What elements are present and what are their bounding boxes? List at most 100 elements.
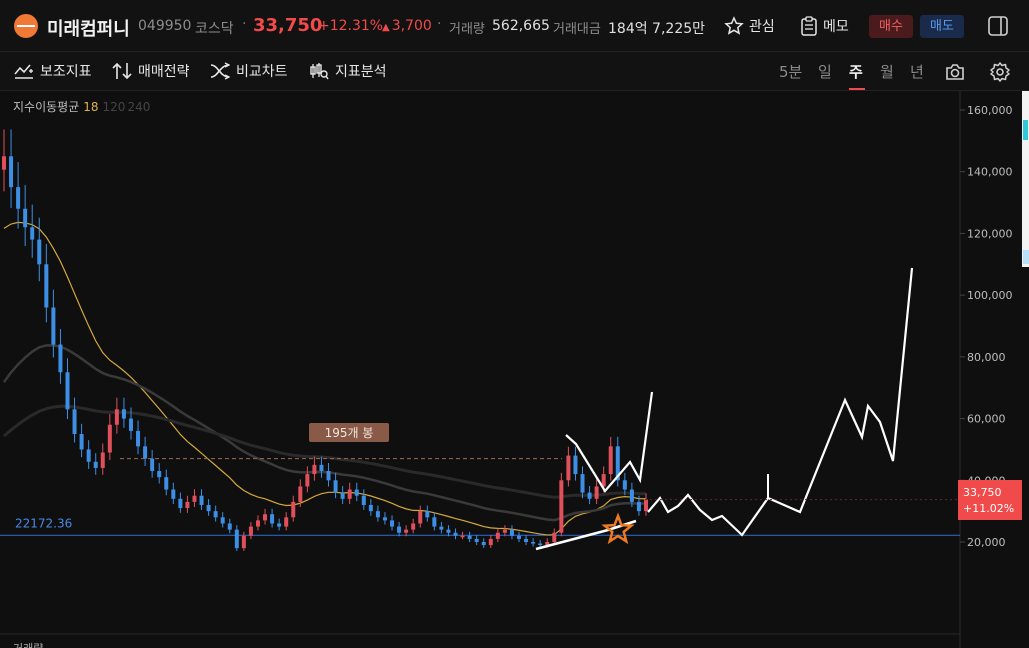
candle-body: [93, 461, 98, 468]
candle-body: [234, 529, 239, 549]
candle-body: [566, 455, 571, 481]
memo-button[interactable]: 메모: [800, 14, 849, 38]
candle-body: [2, 156, 6, 170]
volume-label: 거래량: [449, 22, 485, 37]
period-5min[interactable]: 5분: [779, 61, 802, 82]
watch-label: 관심: [749, 19, 775, 35]
candle-body: [580, 474, 585, 493]
active-period-indicator: [849, 88, 865, 90]
candle-body: [538, 543, 543, 546]
stock-name[interactable]: 미래컴퍼니: [47, 15, 130, 41]
candle-body: [368, 504, 373, 512]
memo-label: 메모: [823, 19, 849, 35]
memo-icon: [801, 16, 817, 36]
strategy-label: 매매전략: [138, 64, 190, 80]
candle-body: [178, 498, 183, 509]
candle-body: [263, 514, 268, 521]
chart-toolbar: 보조지표 매매전략 비교차트 지표분석 5분 일 주 월 년: [0, 52, 1029, 91]
candle-body: [213, 511, 218, 518]
candle-body: [284, 517, 289, 527]
candle-body: [467, 535, 472, 539]
change-amount-value: 3,700: [391, 18, 432, 34]
candle-body: [509, 529, 514, 536]
candle-body: [644, 499, 648, 512]
candle-body: [594, 486, 599, 499]
candle-body: [44, 264, 49, 308]
camera-icon[interactable]: [944, 61, 966, 83]
candle-body: [439, 526, 444, 530]
candle-body: [608, 446, 613, 475]
candle-body: [411, 523, 416, 530]
panel-toggle-icon[interactable]: [987, 15, 1009, 37]
candle-body: [79, 434, 84, 450]
candle-body: [58, 344, 63, 373]
indicator-button[interactable]: 보조지표: [14, 61, 92, 81]
candle-body: [277, 523, 282, 527]
stock-header: 미래컴퍼니 049950 코스닥 · 33,750 +12.31% ▲ 3,700…: [0, 0, 1029, 52]
candle-body: [326, 471, 331, 481]
candle-body: [298, 486, 303, 502]
candle-body: [192, 495, 197, 502]
candle-body: [559, 480, 564, 533]
candle-body: [375, 511, 380, 518]
indicator-label: 보조지표: [40, 64, 92, 80]
period-week[interactable]: 주: [849, 61, 863, 82]
strategy-button[interactable]: 매매전략: [112, 61, 190, 81]
candle-body: [199, 495, 204, 505]
candle-body: [171, 489, 176, 499]
range-label-text: 195개 봉: [325, 426, 374, 440]
candle-body: [425, 511, 430, 518]
candle-body: [128, 418, 133, 431]
watch-button[interactable]: 관심: [724, 14, 775, 38]
strategy-icon: [112, 62, 132, 80]
candle-body: [157, 471, 162, 478]
candle-body: [636, 501, 641, 512]
candle-body: [474, 538, 479, 542]
candle-body: [72, 409, 77, 434]
ema-period-120: 120: [102, 100, 126, 114]
period-day[interactable]: 일: [818, 61, 832, 82]
period-month[interactable]: 월: [880, 61, 894, 82]
compare-button[interactable]: 비교차트: [210, 61, 288, 81]
candle-body: [220, 517, 225, 524]
candle-body: [185, 501, 190, 509]
candle-body: [446, 529, 451, 533]
candle-body: [312, 464, 317, 475]
y-tick-label: 80,000: [967, 351, 1006, 364]
sell-button[interactable]: 매도: [920, 15, 964, 38]
candle-body: [629, 489, 634, 502]
price-chart[interactable]: 22172.36 195개 봉 160,000 140,000 120,000 100…: [0, 91, 1029, 648]
ema-legend[interactable]: 지수이동평균 18 120 240: [13, 98, 150, 115]
candle-body: [37, 239, 42, 265]
candle-body: [488, 538, 493, 546]
period-year[interactable]: 년: [910, 61, 924, 82]
current-price-tag-value: 33,750: [963, 486, 1002, 499]
compare-label: 비교차트: [236, 64, 288, 80]
gear-icon[interactable]: [989, 61, 1011, 83]
market-name: 코스닥: [195, 21, 234, 37]
candle-body: [390, 520, 395, 527]
candle-body: [460, 535, 465, 538]
candle-body: [107, 424, 112, 453]
y-tick-label: 100,000: [967, 289, 1013, 302]
chart-background: [0, 91, 1029, 648]
candle-body: [143, 446, 148, 459]
amount-value: 184억 7,225만: [608, 21, 706, 37]
company-logo: [14, 14, 38, 38]
candle-body: [495, 532, 500, 539]
candle-body: [65, 372, 70, 410]
buy-button[interactable]: 매수: [869, 15, 913, 38]
candle-body: [291, 501, 296, 518]
candle-body: [340, 492, 345, 499]
candle-body: [531, 542, 536, 544]
candle-body: [136, 430, 141, 447]
support-line-label: 22172.36: [15, 516, 72, 530]
candle-body: [86, 449, 91, 462]
candle-body: [432, 517, 437, 527]
candle-body: [16, 187, 21, 209]
candle-body: [481, 542, 486, 546]
analysis-button[interactable]: 지표분석: [309, 61, 387, 81]
candle-body: [517, 535, 522, 539]
candle-body: [270, 514, 275, 524]
change-rate: +12.31%: [318, 18, 384, 34]
